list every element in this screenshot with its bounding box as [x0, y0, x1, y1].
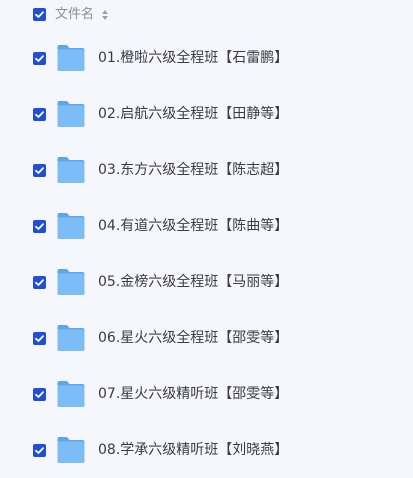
file-row-6[interactable]: 06.星火六级全程班【邵雯等】	[0, 310, 413, 366]
checkmark-icon	[35, 447, 44, 454]
file-row-8[interactable]: 08.学承六级精听班【刘晓燕】	[0, 422, 413, 478]
file-name[interactable]: 01.橙啦六级全程班【石雷鹏】	[98, 48, 288, 68]
checkmark-icon	[35, 111, 44, 118]
file-name[interactable]: 07.星火六级精听班【邵雯等】	[98, 384, 288, 404]
file-row-2[interactable]: 02.启航六级全程班【田静等】	[0, 86, 413, 142]
checkmark-icon	[35, 279, 44, 286]
file-checkbox[interactable]	[33, 220, 46, 233]
sort-icon[interactable]	[101, 9, 109, 21]
checkmark-icon	[35, 55, 44, 62]
checkmark-icon	[35, 335, 44, 342]
file-name[interactable]: 08.学承六级精听班【刘晓燕】	[98, 440, 288, 460]
folder-icon	[57, 325, 85, 351]
folder-icon	[57, 381, 85, 407]
folder-icon	[57, 101, 85, 127]
file-checkbox[interactable]	[33, 276, 46, 289]
file-checkbox[interactable]	[33, 164, 46, 177]
file-row-7[interactable]: 07.星火六级精听班【邵雯等】	[0, 366, 413, 422]
file-name[interactable]: 02.启航六级全程班【田静等】	[98, 104, 288, 124]
folder-icon	[57, 213, 85, 239]
column-header-filename[interactable]: 文件名	[55, 6, 94, 23]
select-all-checkbox[interactable]	[33, 8, 46, 21]
checkmark-icon	[35, 11, 44, 18]
folder-icon	[57, 45, 85, 71]
folder-icon	[57, 437, 85, 463]
file-checkbox[interactable]	[33, 332, 46, 345]
file-checkbox[interactable]	[33, 52, 46, 65]
file-name[interactable]: 05.金榜六级全程班【马丽等】	[98, 272, 288, 292]
checkmark-icon	[35, 391, 44, 398]
file-name[interactable]: 03.东方六级全程班【陈志超】	[98, 160, 288, 180]
file-row-5[interactable]: 05.金榜六级全程班【马丽等】	[0, 254, 413, 310]
file-name[interactable]: 06.星火六级全程班【邵雯等】	[98, 328, 288, 348]
file-row-3[interactable]: 03.东方六级全程班【陈志超】	[0, 142, 413, 198]
file-row-4[interactable]: 04.有道六级全程班【陈曲等】	[0, 198, 413, 254]
checkmark-icon	[35, 223, 44, 230]
file-checkbox[interactable]	[33, 388, 46, 401]
checkmark-icon	[35, 167, 44, 174]
file-list-header: 文件名	[0, 0, 413, 30]
file-checkbox[interactable]	[33, 108, 46, 121]
folder-icon	[57, 269, 85, 295]
folder-icon	[57, 157, 85, 183]
file-name[interactable]: 04.有道六级全程班【陈曲等】	[98, 216, 288, 236]
file-row-1[interactable]: 01.橙啦六级全程班【石雷鹏】	[0, 30, 413, 86]
file-checkbox[interactable]	[33, 444, 46, 457]
